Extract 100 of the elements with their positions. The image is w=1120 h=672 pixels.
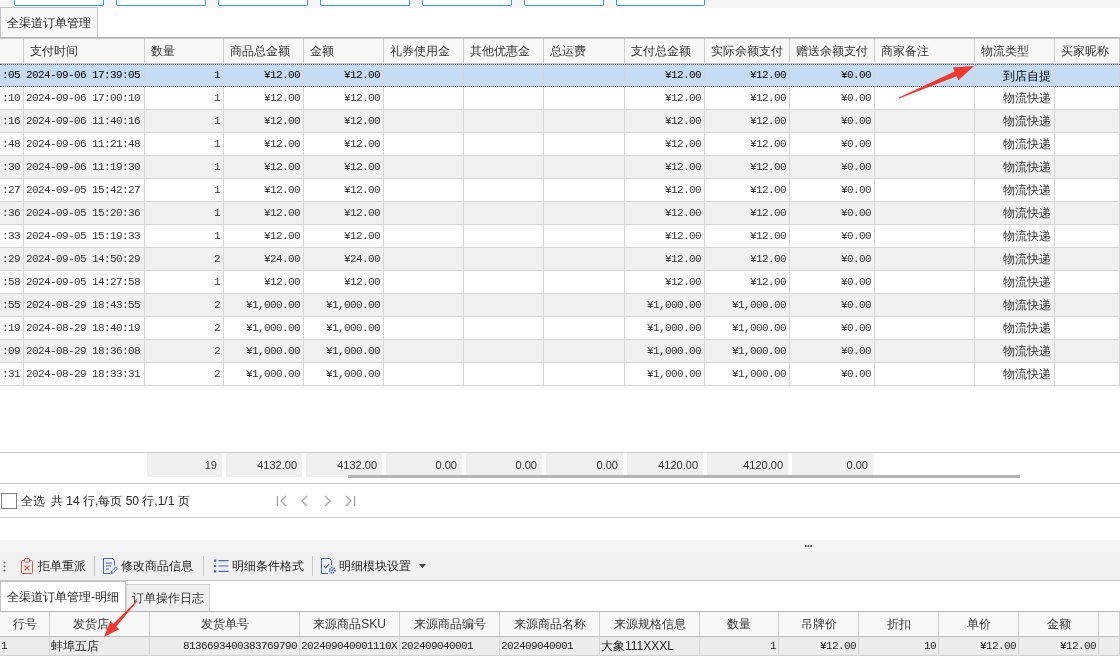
table-row[interactable]: :05 2024-09-06 17:39:05 1 ¥12.00 ¥12.00 ¥12.00 ¥12.00 ¥0.00 到店自提 [0,64,1120,87]
table-row[interactable]: :55 2024-08-29 18:43:55 2 ¥1,000.00 ¥1,000.00 ¥1,000.00 ¥1,000.00 ¥0.00 物流快递 [0,294,1120,317]
table-cell: 物流快递 [975,225,1055,247]
table-cell: 2024-08-29 18:33:31 [24,363,145,385]
toolbar-button[interactable]: 明细模块设置 [318,554,428,578]
table-cell: 1 [145,179,224,201]
table-cell: ¥1,000.00 [304,340,384,362]
column-header[interactable]: 支付时间 [24,39,145,63]
table-cell: ¥12.00 [304,271,384,293]
toolbar-button[interactable] [116,0,206,6]
table-cell: :33 [0,225,24,247]
table-row[interactable]: :31 2024-08-29 18:33:31 2 ¥1,000.00 ¥1,000.00 ¥1,000.00 ¥1,000.00 ¥0.00 物流快递 [0,363,1120,386]
table-cell: ¥12.00 [224,65,304,86]
table-cell: 物流快递 [975,202,1055,224]
column-header[interactable]: 来源商品编号 [400,612,500,636]
column-header[interactable]: 总运费 [544,39,625,63]
table-row[interactable]: :36 2024-09-05 15:20:36 1 ¥12.00 ¥12.00 ¥12.00 ¥12.00 ¥0.00 物流快递 [0,202,1120,225]
table-cell: ¥12.00 [304,110,384,132]
table-cell: ¥12.00 [705,271,790,293]
toolbar-button[interactable] [320,0,410,6]
table-cell: ¥1,000.00 [625,317,705,339]
table-cell: 物流快递 [975,271,1055,293]
column-header[interactable]: 行号 [0,612,50,636]
column-header[interactable]: 实际余额支付 [705,39,790,63]
table-cell: 1 [145,202,224,224]
table-row[interactable]: :29 2024-09-05 14:50:29 2 ¥24.00 ¥24.00 ¥12.00 ¥12.00 ¥0.00 物流快递 [0,248,1120,271]
scrollbar-thumb[interactable] [348,475,1020,478]
table-cell: ¥12.00 [304,65,384,86]
column-header[interactable]: 金额 [304,39,384,63]
table-cell: 2024-09-05 15:42:27 [24,179,145,201]
toolbar-button[interactable]: 修改商品信息 [100,554,195,578]
column-header[interactable]: 来源商品名称 [500,612,600,636]
column-header[interactable]: 来源规格信息 [600,612,700,636]
table-cell: 物流快递 [975,133,1055,155]
table-cell: ¥12.00 [224,225,304,247]
table-cell: ¥1,000.00 [224,294,304,316]
table-cell: 10 [859,637,939,655]
toolbar-button[interactable] [524,0,604,6]
column-header[interactable]: 单价 [939,612,1019,636]
toolbar-button[interactable] [616,0,705,6]
table-cell: ¥1,000.00 [625,363,705,385]
column-header[interactable]: 发货单号 [150,612,300,636]
table-cell: 2 [145,340,224,362]
table-row[interactable]: :30 2024-09-06 11:19:30 1 ¥12.00 ¥12.00 ¥12.00 ¥12.00 ¥0.00 物流快递 [0,156,1120,179]
table-cell: ¥12.00 [705,225,790,247]
checkbox-label: 全选 [21,492,45,510]
table-cell: 2024-08-29 18:36:08 [24,340,145,362]
table-cell: 物流快递 [975,179,1055,201]
checkbox[interactable] [1,492,17,509]
table-row[interactable]: :19 2024-08-29 18:40:19 2 ¥1,000.00 ¥1,000.00 ¥1,000.00 ¥1,000.00 ¥0.00 物流快递 [0,317,1120,340]
column-header[interactable]: 金额 [1019,612,1099,636]
column-header[interactable]: 数量 [145,39,224,63]
column-header[interactable]: 商家备注 [875,39,975,63]
total-cell: 19 [147,453,222,477]
table-cell: ¥1,000.00 [625,294,705,316]
tab[interactable]: 全渠道订单管理 [0,7,98,37]
table-cell: ¥12.00 [304,202,384,224]
table-row[interactable]: :58 2024-09-05 14:27:58 1 ¥12.00 ¥12.00 ¥12.00 ¥12.00 ¥0.00 物流快递 [0,271,1120,294]
column-header[interactable]: 赠送余额支付 [790,39,875,63]
table-cell: :27 [0,179,24,201]
table-row[interactable]: :48 2024-09-06 11:21:48 1 ¥12.00 ¥12.00 ¥12.00 ¥12.00 ¥0.00 物流快递 [0,133,1120,156]
tab[interactable]: 订单操作日志 [126,584,210,611]
column-header[interactable]: 来源商品SKU [300,612,400,636]
table-cell: 2024-09-06 11:40:16 [24,110,145,132]
table-cell: 2024-09-06 11:21:48 [24,133,145,155]
toolbar-button[interactable] [14,0,104,6]
toolbar-button[interactable]: 明细条件格式 [211,554,306,578]
column-header[interactable]: 礼券使用金 [384,39,464,63]
toolbar-button[interactable] [218,0,308,6]
table-cell: 8136693400383769790 [150,637,300,655]
table-cell: ¥1,000.00 [224,340,304,362]
column-header[interactable]: 支付总金额 [625,39,705,63]
table-row[interactable]: :10 2024-09-06 17:00:10 1 ¥12.00 ¥12.00 ¥12.00 ¥12.00 ¥0.00 物流快递 [0,87,1120,110]
toolbar-button[interactable]: 拒单重派 [17,554,88,578]
table-cell: 1 [145,87,224,109]
tab[interactable]: 全渠道订单管理-明细 [0,581,126,611]
toolbar-button[interactable] [422,0,512,6]
column-header[interactable]: 吊牌价 [779,612,859,636]
column-header[interactable]: 其他优惠金 [464,39,544,63]
column-header[interactable]: 物流类型 [975,39,1055,63]
table-row[interactable]: :27 2024-09-05 15:42:27 1 ¥12.00 ¥12.00 ¥12.00 ¥12.00 ¥0.00 物流快递 [0,179,1120,202]
grip-icon[interactable] [3,560,6,572]
table-row[interactable]: :09 2024-08-29 18:36:08 2 ¥1,000.00 ¥1,000.00 ¥1,000.00 ¥1,000.00 ¥0.00 物流快递 [0,340,1120,363]
table-cell: 2 [145,248,224,270]
column-header[interactable]: 折扣 [859,612,939,636]
table-cell: ¥0.00 [790,340,875,362]
table-row[interactable]: :33 2024-09-05 15:19:33 1 ¥12.00 ¥12.00 ¥12.00 ¥12.00 ¥0.00 物流快递 [0,225,1120,248]
table-cell: ¥12.00 [625,225,705,247]
table-cell: ¥0.00 [790,317,875,339]
table-row[interactable]: :16 2024-09-06 11:40:16 1 ¥12.00 ¥12.00 ¥12.00 ¥12.00 ¥0.00 物流快递 [0,110,1120,133]
table-cell: ¥12.00 [224,271,304,293]
column-header[interactable]: 数量 [700,612,779,636]
total-cell: 4132.00 [226,453,302,477]
total-cell: 4120.00 [627,453,703,477]
column-header[interactable]: 商品总金额 [224,39,304,63]
table-cell: 1 [145,271,224,293]
table-cell: ¥24.00 [224,248,304,270]
table-cell: 1 [0,637,50,655]
table-cell: 1 [145,156,224,178]
column-header[interactable]: 买家昵称 [1055,39,1120,63]
